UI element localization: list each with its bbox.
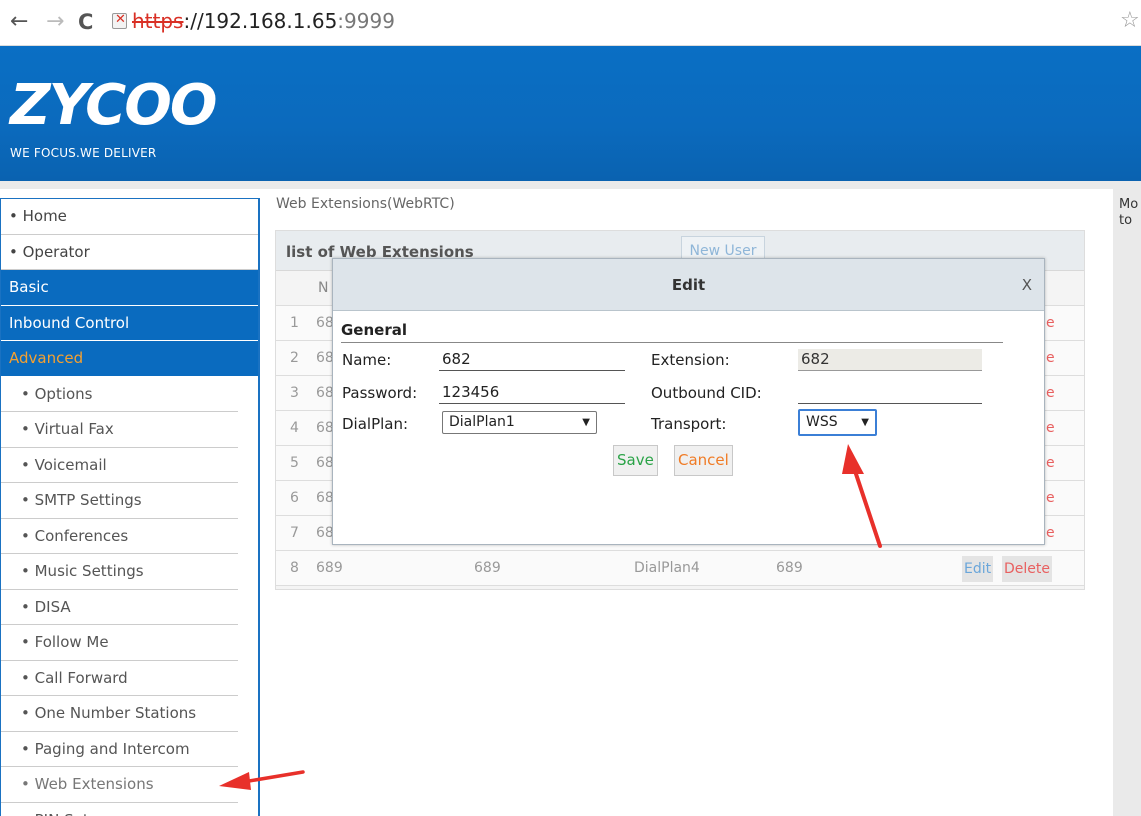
row-number: 7 <box>290 525 299 541</box>
delete-link-partial[interactable]: e <box>1046 350 1055 366</box>
row-number: 3 <box>290 385 299 401</box>
row-number: 6 <box>290 490 299 506</box>
sidebar-nav: • Home • Operator Basic Inbound Control … <box>0 198 260 816</box>
sidebar-category-advanced[interactable]: Advanced <box>1 341 258 377</box>
insecure-lock-icon[interactable] <box>112 12 127 29</box>
row-delete-link[interactable]: Delete <box>1002 556 1052 582</box>
sidebar-item-options[interactable]: • Options <box>1 377 238 412</box>
sidebar-item-one-number-stations[interactable]: • One Number Stations <box>1 696 238 732</box>
url-port: :9999 <box>337 9 395 33</box>
extension-field: 682 <box>798 349 982 371</box>
delete-link-partial[interactable]: e <box>1046 525 1055 541</box>
zycoo-logo: ZYCOO WE FOCUS.WE DELIVER <box>10 73 220 161</box>
section-general: General <box>341 321 1003 343</box>
url-field[interactable]: https://192.168.1.65:9999 <box>132 9 395 33</box>
sidebar-item-voicemail[interactable]: • Voicemail <box>1 448 238 483</box>
bookmark-star-icon[interactable]: ☆ <box>1120 8 1140 33</box>
row-number: 5 <box>290 455 299 471</box>
right-info-column: Mo to <box>1113 189 1141 816</box>
sidebar-item-web-extensions[interactable]: • Web Extensions <box>1 767 238 803</box>
dialog-header: Edit X <box>333 259 1044 311</box>
forward-arrow-icon[interactable]: → <box>46 8 64 36</box>
sidebar-item-smtp-settings[interactable]: • SMTP Settings <box>1 483 238 519</box>
header-banner: ZYCOO WE FOCUS.WE DELIVER <box>0 46 1141 181</box>
logo-tagline: WE FOCUS.WE DELIVER <box>10 146 157 160</box>
delete-link-partial[interactable]: e <box>1046 385 1055 401</box>
cancel-button[interactable]: Cancel <box>674 445 733 476</box>
sidebar-item-operator[interactable]: • Operator <box>1 235 258 270</box>
sidebar-item-conferences[interactable]: • Conferences <box>1 519 238 554</box>
dialplan-select-value: DialPlan1 <box>449 414 515 430</box>
sidebar-item-music-settings[interactable]: • Music Settings <box>1 554 238 590</box>
name-label: Name: <box>342 351 392 369</box>
edit-dialog: Edit X General Name: 682 Password: 12345… <box>332 258 1045 545</box>
sidebar-item-virtual-fax[interactable]: • Virtual Fax <box>1 412 238 448</box>
sidebar-category-basic[interactable]: Basic <box>1 270 258 306</box>
sidebar-item-follow-me[interactable]: • Follow Me <box>1 625 238 661</box>
column-header-name: N <box>318 280 329 296</box>
delete-link-partial[interactable]: e <box>1046 420 1055 436</box>
save-button[interactable]: Save <box>613 445 658 476</box>
reload-icon[interactable]: C <box>78 8 93 36</box>
outbound-cid-label: Outbound CID: <box>651 384 762 402</box>
row-edit-link[interactable]: Edit <box>962 556 994 582</box>
sidebar-item-disa[interactable]: • DISA <box>1 590 238 625</box>
right-info-line-1: Mo <box>1119 197 1139 212</box>
outbound-cid-field[interactable] <box>798 382 982 404</box>
right-info-line-2: to <box>1119 213 1133 228</box>
row-dialplan-cell: DialPlan4 <box>634 560 700 576</box>
browser-address-bar: ← → C https://192.168.1.65:9999 ☆ <box>0 0 1141 46</box>
transport-select-value: WSS <box>806 414 838 430</box>
delete-link-partial[interactable]: e <box>1046 455 1055 471</box>
password-label: Password: <box>342 384 418 402</box>
sidebar-item-paging-intercom[interactable]: • Paging and Intercom <box>1 732 238 767</box>
row-number: 2 <box>290 350 299 366</box>
dialplan-select[interactable]: DialPlan1 ▼ <box>442 411 597 434</box>
dialplan-label: DialPlan: <box>342 415 409 433</box>
sidebar-item-home[interactable]: • Home <box>1 199 258 235</box>
row-extension-cell: 689 <box>474 560 501 576</box>
table-row: 8 689 689 DialPlan4 689 Edit Delete <box>276 551 1084 586</box>
back-arrow-icon[interactable]: ← <box>10 8 28 36</box>
delete-link-partial[interactable]: e <box>1046 490 1055 506</box>
sidebar-item-call-forward[interactable]: • Call Forward <box>1 661 238 696</box>
row-number: 4 <box>290 420 299 436</box>
sidebar-category-inbound-control[interactable]: Inbound Control <box>1 305 258 341</box>
url-scheme: https <box>132 9 184 33</box>
row-name-cell: 689 <box>316 560 343 576</box>
dialog-title: Edit <box>671 276 706 294</box>
page-title: Web Extensions(WebRTC) <box>276 196 455 212</box>
row-cid-cell: 689 <box>776 560 803 576</box>
logo-text: ZYCOO <box>10 73 217 138</box>
url-host: ://192.168.1.65 <box>183 9 338 33</box>
header-divider <box>0 181 1141 189</box>
transport-label: Transport: <box>651 415 727 433</box>
close-icon[interactable]: X <box>1022 276 1032 294</box>
delete-link-partial[interactable]: e <box>1046 315 1055 331</box>
name-field[interactable]: 682 <box>439 349 625 371</box>
password-field[interactable]: 123456 <box>439 382 625 404</box>
row-number: 1 <box>290 315 299 331</box>
dropdown-arrow-icon: ▼ <box>582 417 590 428</box>
sidebar-item-pin-sets[interactable]: • PIN Sets <box>1 803 238 816</box>
transport-select[interactable]: WSS ▼ <box>798 409 877 436</box>
row-number: 8 <box>290 560 299 576</box>
dropdown-arrow-icon: ▼ <box>861 417 869 428</box>
extension-label: Extension: <box>651 351 730 369</box>
